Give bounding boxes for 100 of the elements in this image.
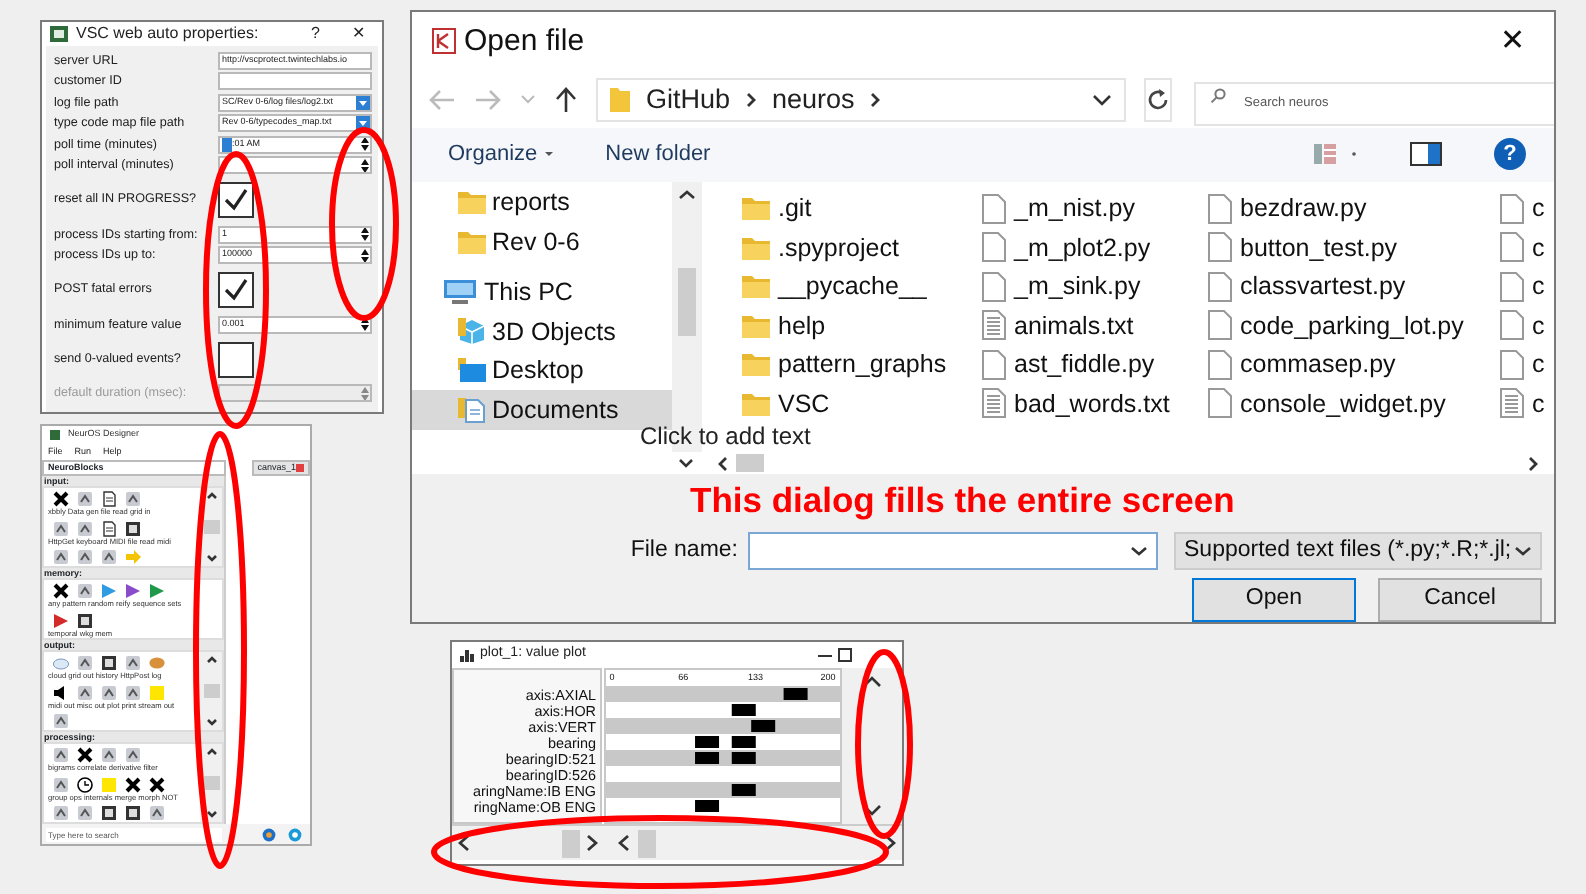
- text-placeholder[interactable]: Click to add text: [640, 424, 811, 450]
- scroll-thumb[interactable]: [562, 829, 580, 857]
- block-icon[interactable]: [100, 746, 118, 765]
- block-icon[interactable]: [52, 775, 70, 794]
- document-item[interactable]: button_test.py: [1208, 228, 1500, 268]
- sidebar-item[interactable]: reports: [412, 183, 672, 223]
- chevron-right-icon[interactable]: [1528, 455, 1538, 472]
- block-icon[interactable]: [100, 683, 118, 702]
- close-button[interactable]: ✕: [1500, 19, 1526, 65]
- document-item[interactable]: _m_sink.py: [982, 267, 1208, 307]
- breadcrumb-chevron-icon[interactable]: [746, 91, 757, 108]
- document-item[interactable]: _m_plot2.py: [982, 228, 1208, 268]
- chevron-up-icon[interactable]: [862, 676, 882, 688]
- clock-icon[interactable]: [76, 775, 94, 794]
- breadcrumb[interactable]: neuros: [772, 79, 855, 120]
- grid-icon[interactable]: [100, 654, 118, 673]
- document-item[interactable]: console_widget.py: [1208, 384, 1500, 424]
- block-icon[interactable]: [52, 548, 70, 567]
- breadcrumb[interactable]: GitHub: [646, 79, 731, 120]
- toolbar-button[interactable]: Organize: [448, 137, 554, 171]
- block-icon[interactable]: [52, 519, 70, 538]
- sidebar-item[interactable]: 3D Objects: [412, 312, 672, 352]
- document-item[interactable]: _m_nist.py: [982, 189, 1208, 229]
- document-item[interactable]: c: [1500, 345, 1554, 385]
- block-icon[interactable]: [76, 519, 94, 538]
- name-field[interactable]: [748, 532, 1158, 570]
- block-icon[interactable]: [76, 548, 94, 567]
- checkbox[interactable]: [218, 272, 254, 308]
- scroll-thumb[interactable]: [736, 454, 764, 473]
- chevron-up-icon[interactable]: [205, 748, 217, 757]
- document-item[interactable]: c: [1500, 189, 1554, 229]
- document-item[interactable]: code_parking_lot.py: [1208, 306, 1500, 346]
- triangle-icon[interactable]: [124, 582, 142, 601]
- chevron-down-icon[interactable]: [205, 554, 217, 563]
- cross-icon[interactable]: [52, 582, 70, 601]
- help-button[interactable]: ?: [1494, 138, 1526, 171]
- address-dropdown-icon[interactable]: [1092, 93, 1112, 106]
- block-icon[interactable]: [76, 654, 94, 673]
- chevron-right-icon[interactable]: [586, 834, 598, 852]
- triangle-icon[interactable]: [148, 582, 166, 601]
- chevron-left-icon[interactable]: [618, 834, 630, 852]
- document-item[interactable]: ast_fiddle.py: [982, 345, 1208, 385]
- cross-icon[interactable]: [148, 775, 166, 794]
- folder-item[interactable]: .spyproject: [742, 228, 982, 268]
- document-item[interactable]: commasep.py: [1208, 345, 1500, 385]
- block-icon[interactable]: [124, 683, 142, 702]
- block-icon[interactable]: [76, 804, 94, 823]
- block-icon[interactable]: [124, 654, 142, 673]
- block-icon[interactable]: [100, 548, 118, 567]
- scroll-thumb[interactable]: [678, 267, 696, 336]
- cross-icon[interactable]: [52, 490, 70, 509]
- scroll-thumb[interactable]: [203, 520, 219, 535]
- block-icon[interactable]: [148, 804, 166, 823]
- block-icon[interactable]: [76, 490, 94, 509]
- breadcrumb-chevron-icon[interactable]: [870, 91, 881, 108]
- document-item[interactable]: bezdraw.py: [1208, 189, 1500, 229]
- folder-item[interactable]: __pycache__: [742, 267, 982, 307]
- document-item[interactable]: bad_words.txt: [982, 384, 1208, 424]
- document-item[interactable]: c: [1500, 228, 1554, 268]
- scroll-thumb[interactable]: [203, 684, 219, 699]
- cross-icon[interactable]: [76, 746, 94, 765]
- dialog-button[interactable]: Cancel: [1378, 578, 1542, 622]
- folder-item[interactable]: help: [742, 306, 982, 346]
- triangle-icon[interactable]: [52, 611, 70, 630]
- sidebar-item[interactable]: Rev 0-6: [412, 222, 672, 262]
- sidebar-item[interactable]: Desktop: [412, 351, 672, 391]
- folder-item[interactable]: .git: [742, 189, 982, 229]
- block-icon[interactable]: [52, 804, 70, 823]
- grid-icon[interactable]: [124, 519, 142, 538]
- block-icon[interactable]: [76, 683, 94, 702]
- type-dropdown[interactable]: Supported text files (*.py;*.R;*.jl;: [1174, 532, 1542, 570]
- chevron-up-icon[interactable]: [678, 189, 696, 200]
- block-icon[interactable]: [124, 490, 142, 509]
- block-icon[interactable]: [52, 712, 70, 731]
- chevron-up-icon[interactable]: [205, 656, 217, 665]
- maximize-icon[interactable]: [838, 648, 852, 662]
- grid-icon[interactable]: [76, 611, 94, 630]
- scrollbar[interactable]: [618, 829, 896, 857]
- refresh-button[interactable]: [1144, 77, 1172, 122]
- close-button[interactable]: ✕: [352, 22, 366, 46]
- speaker-icon[interactable]: [52, 683, 70, 702]
- block-icon[interactable]: [52, 746, 70, 765]
- dialog-button[interactable]: Open: [1192, 578, 1356, 622]
- chevron-down-icon[interactable]: [678, 458, 694, 469]
- scrollbar[interactable]: [458, 829, 598, 857]
- sidebar-item[interactable]: This PC: [412, 273, 672, 313]
- up-arrow-icon[interactable]: [554, 85, 578, 114]
- address-bar[interactable]: GitHub neuros: [596, 77, 1126, 122]
- chevron-left-icon[interactable]: [718, 455, 728, 472]
- document-item[interactable]: classvartest.py: [1208, 267, 1500, 307]
- chevron-up-icon[interactable]: [205, 492, 217, 501]
- input-field[interactable]: [218, 72, 372, 91]
- document-icon[interactable]: [100, 519, 118, 538]
- close-icon[interactable]: [296, 464, 304, 473]
- chevron-down-icon[interactable]: [205, 718, 217, 727]
- checkbox[interactable]: [218, 182, 254, 218]
- chevron-down-icon[interactable]: [205, 810, 217, 819]
- document-item[interactable]: c: [1500, 267, 1554, 307]
- folder-item[interactable]: pattern_graphs: [742, 345, 982, 385]
- scrollbar[interactable]: [200, 652, 222, 731]
